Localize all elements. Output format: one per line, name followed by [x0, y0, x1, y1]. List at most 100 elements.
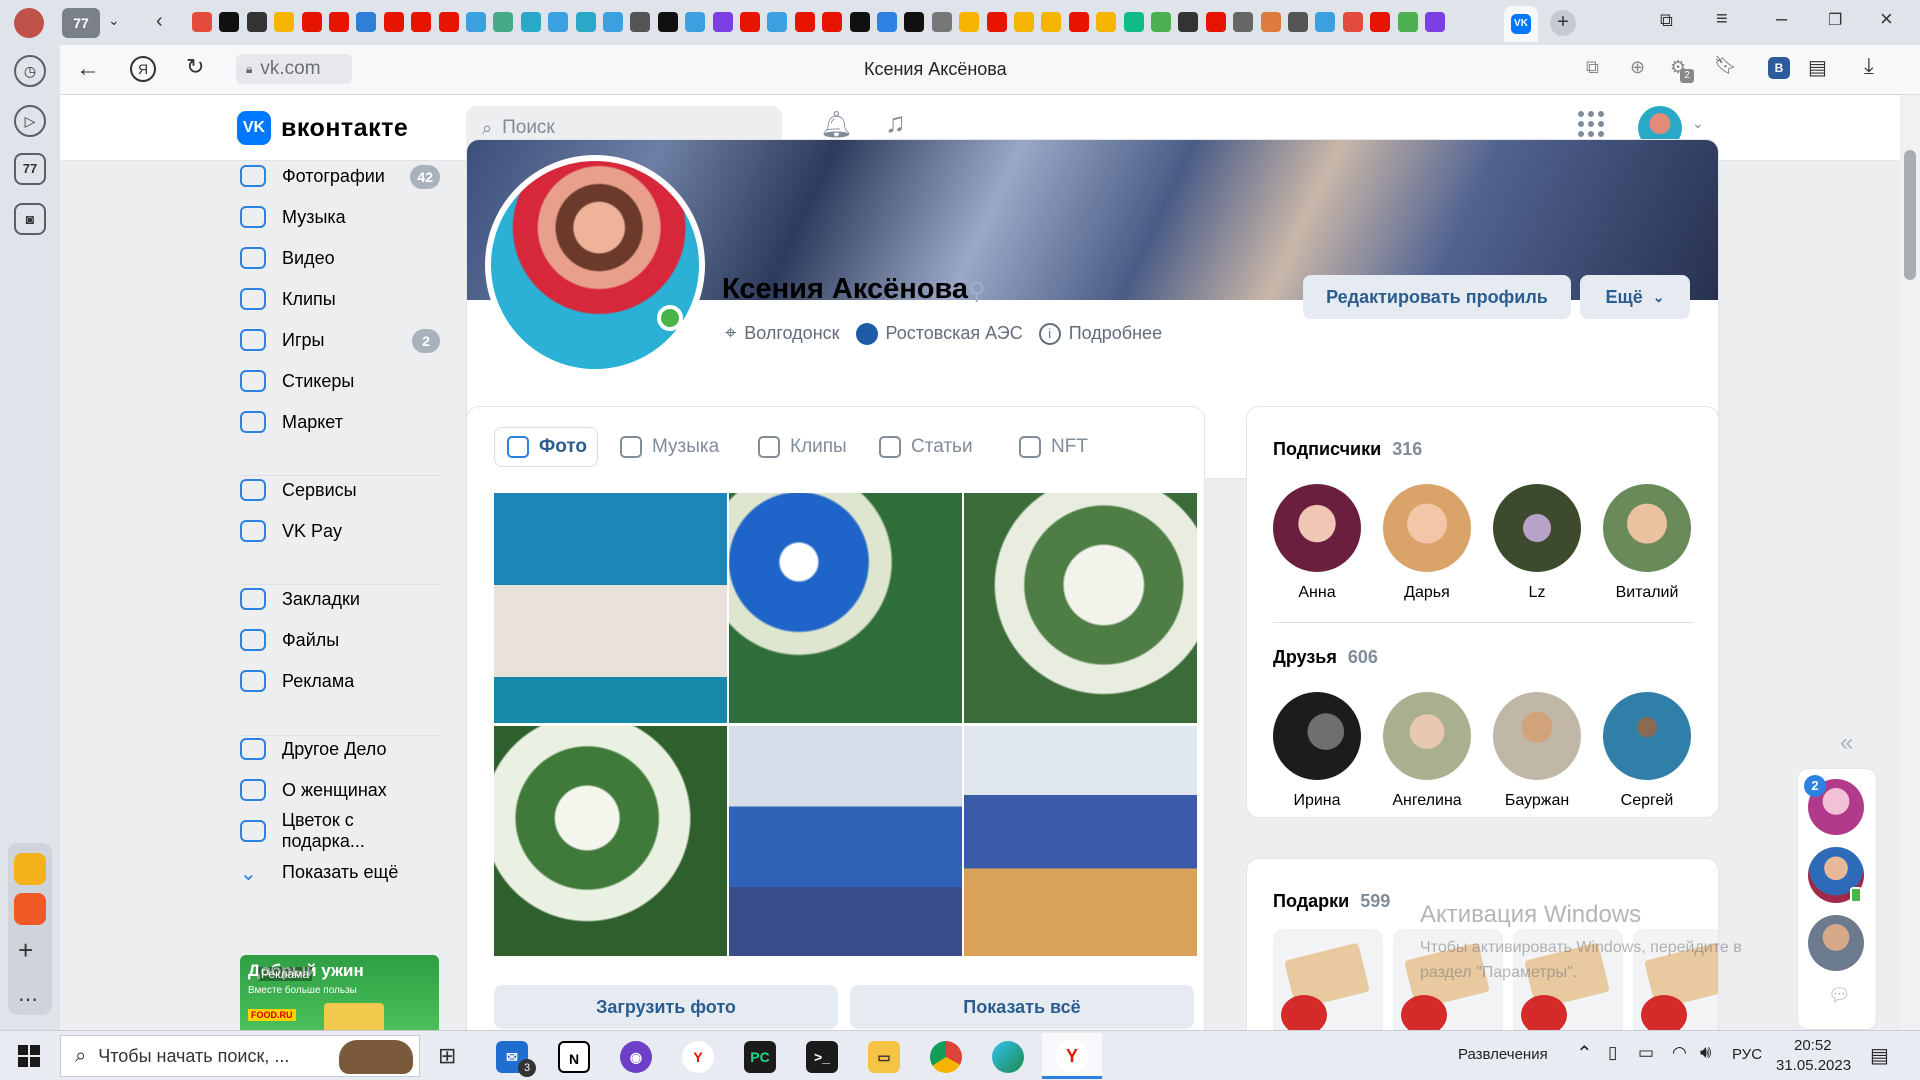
pinned-tab-icon[interactable] [383, 12, 404, 32]
person-card[interactable]: Анна [1267, 484, 1367, 602]
tabs-scroll-left-icon[interactable]: ‹ [156, 10, 163, 33]
pinned-tab-icon[interactable] [246, 12, 267, 32]
music-note-icon[interactable]: ♫ [885, 107, 906, 139]
collections-icon[interactable]: ▤ [1808, 55, 1827, 80]
volume-icon[interactable]: 🔊︎ [1700, 1042, 1711, 1063]
taskbar-search[interactable]: ⌕ Чтобы начать поиск, ... [60, 1035, 420, 1077]
upload-photo-button[interactable]: Загрузить фото [494, 985, 838, 1029]
close-icon[interactable]: × [1880, 6, 1893, 32]
media-tab-2[interactable]: Музыка [620, 427, 719, 467]
sidebar-item-13[interactable]: Другое Дело [240, 731, 440, 767]
yandex-app-icon[interactable]: Y [682, 1041, 714, 1073]
pinned-tab-icon[interactable] [1178, 12, 1199, 32]
pinned-tab-icon[interactable] [274, 12, 295, 32]
pinned-tab-icon[interactable] [849, 12, 870, 32]
tab-counter-button[interactable]: 77 [62, 8, 100, 38]
chevron-down-icon[interactable]: ⌄ [1692, 115, 1704, 132]
sidebar-item-8[interactable]: Сервисы [240, 472, 440, 508]
gifts-heading[interactable]: Подарки 599 [1273, 891, 1390, 912]
pinned-tab-icon[interactable] [1425, 12, 1445, 32]
pinned-tab-icon[interactable] [712, 12, 733, 32]
pinned-tab-icon[interactable] [438, 12, 459, 32]
friends-heading[interactable]: Друзья 606 [1273, 647, 1378, 668]
pinned-tab-icon[interactable] [657, 12, 678, 32]
photo-thumbnail[interactable] [494, 493, 727, 723]
person-card[interactable]: Виталий [1597, 484, 1697, 602]
sidebar-item-16[interactable]: ⌄ Показать ещё [240, 854, 440, 890]
rail-add-icon[interactable]: + [18, 935, 33, 966]
translate-icon[interactable]: ⊕ [1630, 57, 1645, 78]
windows-start-icon[interactable] [18, 1045, 40, 1067]
profile-more-info[interactable]: Подробнее [1069, 323, 1162, 344]
pinned-tab-icon[interactable] [1041, 12, 1062, 32]
edge-app-icon[interactable] [992, 1041, 1024, 1073]
video-play-icon[interactable]: ▷ [14, 105, 46, 137]
sidebar-item-1[interactable]: Фотографии 42 [240, 158, 440, 194]
pinned-tab-icon[interactable] [548, 12, 569, 32]
vk-extension-icon[interactable]: В [1768, 57, 1790, 79]
pinned-tab-icon[interactable] [1397, 12, 1418, 32]
pinned-tab-icon[interactable] [493, 12, 514, 32]
media-tab-5[interactable]: NFT [1019, 427, 1088, 467]
apps-grid-icon[interactable] [1578, 111, 1604, 137]
person-card[interactable]: Lz [1487, 484, 1587, 602]
url-field[interactable]: 🔒︎ vk.com [236, 54, 352, 84]
person-card[interactable]: Ирина [1267, 692, 1367, 810]
more-button[interactable]: Ещё ⌄ [1580, 275, 1690, 319]
browser-avatar[interactable] [14, 8, 44, 38]
pinned-tab-icon[interactable] [767, 12, 788, 32]
pinned-tab-icon[interactable] [1096, 12, 1117, 32]
pinned-tab-icon[interactable] [959, 12, 980, 32]
yandex-home-icon[interactable]: Я [130, 56, 156, 82]
pinned-tab-icon[interactable] [520, 12, 541, 32]
screenshot-icon[interactable]: ◙ [14, 203, 46, 235]
rail-more-icon[interactable]: ⋯ [18, 987, 38, 1012]
reload-icon[interactable]: ↻ [186, 54, 204, 80]
tabs-dropdown-icon[interactable]: ⌄ [108, 12, 120, 29]
sidebar-item-4[interactable]: Клипы [240, 281, 440, 317]
sidebar-item-12[interactable]: Реклама [240, 663, 440, 699]
pinned-tab-icon[interactable] [356, 12, 377, 32]
sidebar-ad[interactable]: Добрый ужин Реклама Вместе больше пользы… [240, 955, 439, 1030]
sidebar-item-5[interactable]: Игры 2 [240, 322, 440, 358]
photo-thumbnail[interactable] [729, 726, 962, 956]
rail-app-2-icon[interactable] [14, 893, 46, 925]
history-icon[interactable]: ◷ [14, 55, 46, 87]
terminal-app-icon[interactable]: >_ [806, 1041, 838, 1073]
pinned-tab-icon[interactable] [1260, 12, 1281, 32]
file-explorer-icon[interactable]: ▭ [868, 1041, 900, 1073]
pinned-tab-icon[interactable] [1068, 12, 1089, 32]
pinned-tab-icon[interactable] [986, 12, 1007, 32]
pinned-tab-icon[interactable] [794, 12, 815, 32]
pinned-tab-icon[interactable] [1342, 12, 1363, 32]
pinned-tab-icon[interactable] [411, 12, 432, 32]
language-indicator[interactable]: РУС [1732, 1046, 1762, 1063]
clock-time[interactable]: 20:52 [1794, 1037, 1832, 1054]
chat-avatar-3[interactable] [1808, 915, 1864, 971]
bookmark-icon[interactable]: 🔖︎ [1714, 55, 1737, 76]
downloads-icon[interactable]: ⤓ [1864, 53, 1874, 79]
scrollbar-thumb[interactable] [1904, 150, 1916, 280]
person-card[interactable]: Дарья [1377, 484, 1477, 602]
battery-icon[interactable]: ▭ [1638, 1043, 1654, 1063]
person-card[interactable]: Ангелина [1377, 692, 1477, 810]
menu-icon[interactable]: ≡ [1716, 8, 1728, 31]
tabs-sync-icon[interactable]: ⧉ [1660, 10, 1673, 31]
person-card[interactable]: Сергей [1597, 692, 1697, 810]
media-tab-1[interactable]: Фото [494, 427, 599, 467]
sidebar-item-7[interactable]: Маркет [240, 404, 440, 440]
yandex-browser-active-icon[interactable]: Y [1042, 1033, 1102, 1079]
tab-count-icon[interactable]: 77 [14, 153, 46, 185]
profile-city[interactable]: Волгодонск [744, 323, 839, 344]
pinned-tab-icon[interactable] [1123, 12, 1144, 32]
pinned-tab-icon[interactable] [740, 12, 760, 32]
pinned-tab-icon[interactable] [192, 12, 212, 32]
pinned-tab-icon[interactable] [877, 12, 897, 32]
copy-link-icon[interactable]: ⧉ [1586, 57, 1599, 78]
tray-chevron-up-icon[interactable]: ⌃ [1576, 1041, 1593, 1066]
pycharm-app-icon[interactable]: PC [744, 1041, 776, 1073]
pinned-tab-icon[interactable] [904, 12, 925, 32]
subscribers-heading[interactable]: Подписчики 316 [1273, 439, 1422, 460]
active-tab-vk[interactable]: VK [1504, 6, 1538, 42]
pinned-tab-icon[interactable] [630, 12, 651, 32]
